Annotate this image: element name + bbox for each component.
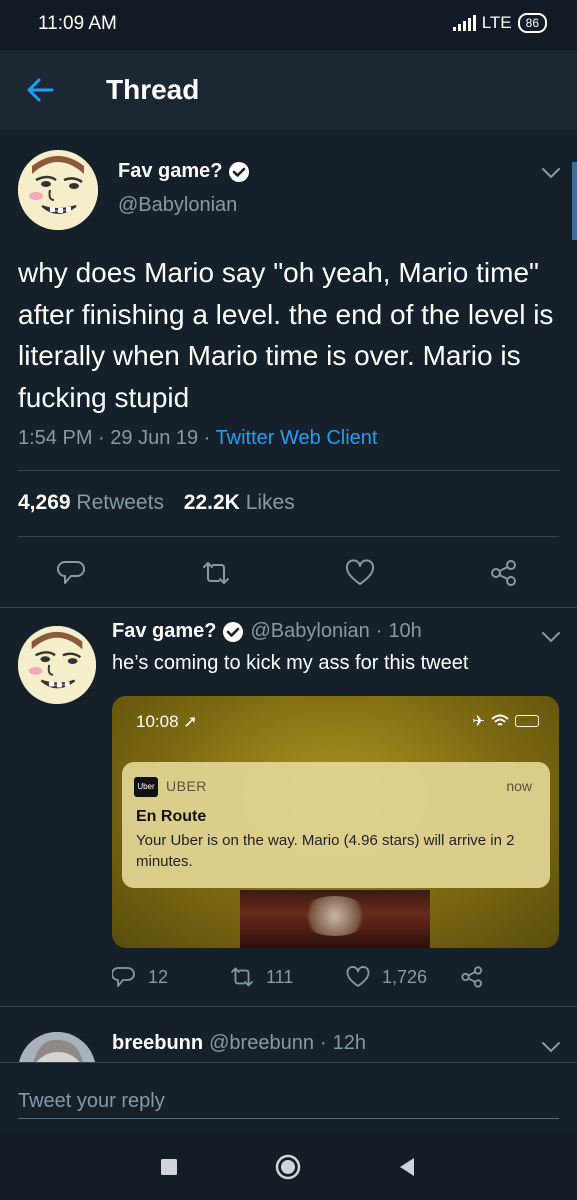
tweet-media-image[interactable]: 10:08 ➚ ✈ Uber UBER now En Route Your Ub…: [112, 696, 559, 948]
retweets-label[interactable]: Retweets: [76, 491, 164, 514]
section-divider: [0, 607, 577, 608]
notification-body: Your Uber is on the way. Mario (4.96 sta…: [136, 832, 515, 870]
share-icon: [461, 966, 483, 988]
network-type: LTE: [481, 13, 512, 32]
retweet-icon: [231, 967, 253, 987]
tweet-age: 10h: [388, 620, 422, 642]
game-artwork: [240, 890, 430, 948]
airplane-icon: ✈: [472, 713, 485, 730]
tweet-stats: 4,269 Retweets 22.2K Likes: [18, 491, 309, 515]
phone-time: 10:08 ➚: [136, 712, 198, 731]
back-icon[interactable]: [392, 1152, 422, 1182]
phone-status-icons: ✈: [472, 712, 539, 730]
handle: @Babylonian: [250, 620, 370, 642]
main-tweet-author[interactable]: Fav game?: [118, 160, 250, 183]
reply-tweet-author[interactable]: Fav game? @Babylonian · 10h: [112, 620, 422, 643]
reply-bar: [0, 1062, 577, 1132]
reply-tweet-actions: 12 111 1,726: [112, 965, 532, 993]
reply-button[interactable]: 12: [112, 965, 168, 989]
avatar[interactable]: [18, 626, 96, 704]
wifi-icon: [491, 714, 509, 726]
retweets-count[interactable]: 4,269: [18, 491, 71, 514]
handle: @breebunn: [209, 1032, 314, 1054]
uber-notification: Uber UBER now En Route Your Uber is on t…: [122, 762, 550, 888]
arrow-left-icon[interactable]: [22, 72, 58, 108]
reply-icon[interactable]: [57, 558, 87, 588]
tweet-age: 12h: [332, 1032, 366, 1054]
tweet-text: why does Mario say "oh yeah, Mario time"…: [18, 257, 554, 413]
reply-input[interactable]: [18, 1085, 559, 1119]
uber-logo: Uber: [134, 777, 158, 797]
like-count: 1,726: [382, 966, 428, 987]
heart-icon: [346, 966, 370, 987]
like-button[interactable]: 1,726: [346, 965, 427, 989]
notification-app: UBER: [166, 778, 207, 794]
likes-count[interactable]: 22.2K: [184, 491, 240, 514]
section-divider: [0, 1006, 577, 1007]
page-title: Thread: [106, 74, 200, 105]
home-icon[interactable]: [273, 1152, 303, 1182]
verified-badge-icon: [229, 161, 250, 182]
notification-title: En Route: [136, 808, 207, 825]
chevron-down-icon[interactable]: [540, 630, 562, 644]
phone-battery-icon: [515, 715, 539, 727]
avatar-face-image: [18, 150, 98, 230]
heart-icon[interactable]: [345, 558, 375, 588]
recents-icon[interactable]: [154, 1152, 184, 1182]
app-header: Thread: [0, 50, 577, 131]
battery-indicator: 86: [517, 13, 547, 33]
chevron-down-icon[interactable]: [540, 166, 562, 180]
status-bar: 11:09 AM LTE 86: [0, 0, 577, 50]
scrollbar[interactable]: [572, 162, 577, 240]
verified-badge-icon: [223, 621, 244, 642]
share-icon[interactable]: [489, 558, 519, 588]
tweet-time: 1:54 PM: [18, 427, 93, 449]
retweet-icon[interactable]: [201, 558, 231, 588]
display-name: Fav game?: [112, 620, 217, 642]
system-nav-bar: [0, 1132, 577, 1200]
divider: [18, 470, 559, 471]
avatar[interactable]: [18, 150, 98, 230]
third-tweet-author[interactable]: breebunn @breebunn · 12h: [112, 1032, 366, 1055]
status-time: 11:09 AM: [38, 13, 117, 34]
reply-icon: [112, 967, 135, 987]
tweet-meta: 1:54 PM · 29 Jun 19 · Twitter Web Client: [18, 427, 378, 449]
display-name: breebunn: [112, 1032, 204, 1054]
retweet-button[interactable]: 111: [230, 965, 293, 989]
reply-count: 12: [148, 966, 169, 987]
retweet-count: 111: [266, 966, 294, 987]
chevron-down-icon[interactable]: [540, 1040, 562, 1054]
display-name: Fav game?: [118, 160, 223, 182]
tweet-source-link[interactable]: Twitter Web Client: [216, 427, 378, 449]
likes-label[interactable]: Likes: [246, 491, 295, 514]
divider: [18, 536, 559, 537]
status-indicators: LTE 86: [452, 13, 547, 33]
handle[interactable]: @Babylonian: [118, 194, 237, 217]
notification-time: now: [506, 778, 532, 794]
share-button[interactable]: [460, 965, 484, 989]
signal-icon: [452, 15, 476, 31]
avatar-face-image: [18, 626, 96, 704]
tweet-date: 29 Jun 19: [110, 427, 199, 449]
tweet-text: he’s coming to kick my ass for this twee…: [112, 652, 469, 674]
